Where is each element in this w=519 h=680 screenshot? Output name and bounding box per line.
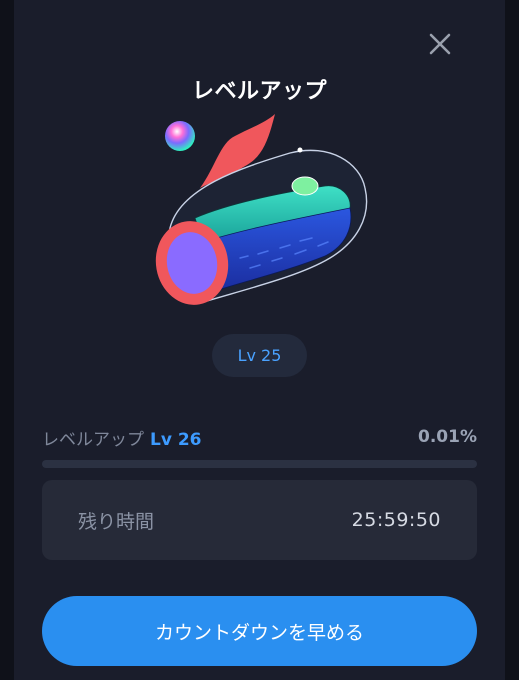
remaining-time-value: 25:59:50: [351, 509, 441, 531]
next-level-label: Lv 26: [150, 429, 202, 450]
progress-percent: 0.01%: [418, 427, 477, 447]
close-button[interactable]: [424, 28, 456, 60]
level-capsule-illustration: [155, 114, 368, 305]
speed-up-countdown-button[interactable]: カウントダウンを早める: [42, 596, 477, 666]
dialog-title: レベルアップ: [191, 79, 327, 104]
gem-decoration: [291, 176, 319, 196]
screen: レベルアップ Lv 25 レベルアップ Lv 26 0.01% 残り時間 25:…: [0, 0, 519, 680]
progress-header: レベルアップ Lv 26 0.01%: [42, 425, 477, 450]
progress-bar: [42, 460, 477, 468]
remaining-time-box: 残り時間 25:59:50: [42, 480, 477, 560]
close-icon: [429, 33, 451, 55]
progress-label: レベルアップ: [42, 429, 144, 450]
orb-decoration: [165, 121, 195, 151]
progress-label-group: レベルアップ Lv 26: [42, 425, 202, 450]
remaining-time-label: 残り時間: [78, 510, 155, 533]
current-level-badge: Lv 25: [212, 334, 307, 377]
